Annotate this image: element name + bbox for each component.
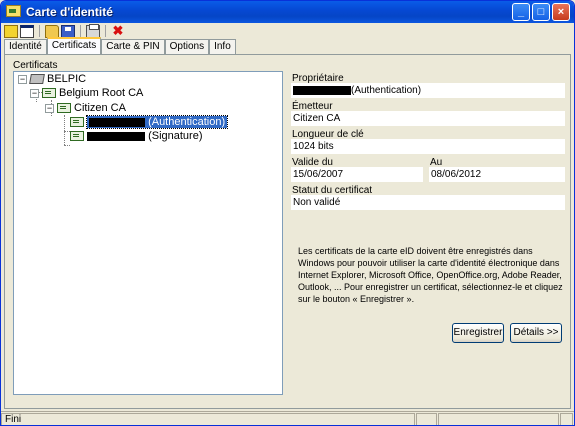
owner-field: (Authentication) (291, 83, 565, 98)
valid-from-field: 15/06/2007 (291, 167, 423, 182)
read-card-icon[interactable] (4, 24, 18, 38)
key-length-field: 1024 bits (291, 139, 565, 154)
tab-options[interactable]: Options (164, 39, 210, 54)
window-title: Carte d'identité (26, 5, 113, 19)
id-card-icon (6, 5, 21, 17)
delete-icon[interactable]: ✖ (111, 24, 125, 38)
certificate-icon (70, 131, 84, 141)
redacted-name (87, 131, 145, 141)
tree-node-citizen-ca[interactable]: − Citizen CA (45, 102, 126, 114)
details-button[interactable]: Détails >> (510, 323, 562, 343)
app-window: Carte d'identité _ □ × ✖ Identité Certif… (0, 0, 575, 426)
certificate-icon (70, 117, 84, 127)
redacted-name (89, 117, 145, 127)
certificates-group-label: Certificats (13, 60, 58, 71)
certificates-panel: Certificats − BELPIC − Belgium Root CA − (4, 54, 571, 409)
status-segment (416, 413, 437, 425)
register-button[interactable]: Enregistrer (452, 323, 504, 343)
tree-node-label: Citizen CA (74, 102, 126, 114)
tree-node-signature[interactable]: (Signature) (70, 130, 202, 142)
title-bar[interactable]: Carte d'identité _ □ × (1, 1, 574, 23)
network-icon (29, 74, 45, 84)
collapse-icon[interactable]: − (18, 74, 27, 84)
tree-node-label: (Signature) (148, 130, 203, 142)
tree-node-label: (Authentication) (148, 116, 226, 128)
tree-connector (64, 145, 70, 146)
info-text: Les certificats de la carte eID doivent … (298, 246, 563, 304)
tab-info[interactable]: Info (209, 39, 236, 54)
tree-node-label: BELPIC (47, 73, 87, 85)
tree-node-label: Belgium Root CA (59, 87, 144, 99)
save-icon[interactable] (61, 24, 75, 38)
tree-node-authentication[interactable]: (Authentication) (70, 115, 229, 129)
status-bar: Fini (1, 411, 574, 425)
owner-value: (Authentication) (351, 85, 422, 96)
tab-strip: Identité Certificats Carte & PIN Options… (4, 37, 236, 55)
status-field: Non validé (291, 195, 565, 210)
close-button[interactable]: × (552, 3, 570, 21)
maximize-button[interactable]: □ (532, 3, 550, 21)
tab-carte-pin[interactable]: Carte & PIN (101, 39, 165, 54)
open-folder-icon[interactable] (45, 24, 59, 38)
status-text: Fini (1, 413, 415, 425)
certificate-icon (57, 103, 71, 113)
minimize-button[interactable]: _ (512, 3, 530, 21)
tab-identite[interactable]: Identité (4, 39, 47, 54)
collapse-icon[interactable]: − (30, 88, 39, 98)
tree-node-belpic[interactable]: − BELPIC (18, 73, 86, 85)
print-icon[interactable] (86, 23, 100, 38)
valid-to-field: 08/06/2012 (429, 167, 565, 182)
window-icon[interactable] (20, 24, 34, 38)
status-segment (438, 413, 559, 425)
redacted-name (293, 85, 351, 95)
tree-node-selected: (Authentication) (85, 115, 229, 129)
issuer-field: Citizen CA (291, 111, 565, 126)
collapse-icon[interactable]: − (45, 103, 54, 113)
tree-connector (64, 115, 65, 145)
resize-grip[interactable] (560, 413, 573, 425)
certificate-icon (42, 88, 56, 98)
tab-certificats[interactable]: Certificats (46, 37, 102, 54)
toolbar-separator (105, 25, 106, 37)
toolbar-separator (39, 25, 40, 37)
certificate-tree[interactable]: − BELPIC − Belgium Root CA − Citizen CA … (13, 71, 283, 395)
toolbar-separator (80, 25, 81, 37)
tree-node-belgium-root-ca[interactable]: − Belgium Root CA (30, 87, 143, 99)
